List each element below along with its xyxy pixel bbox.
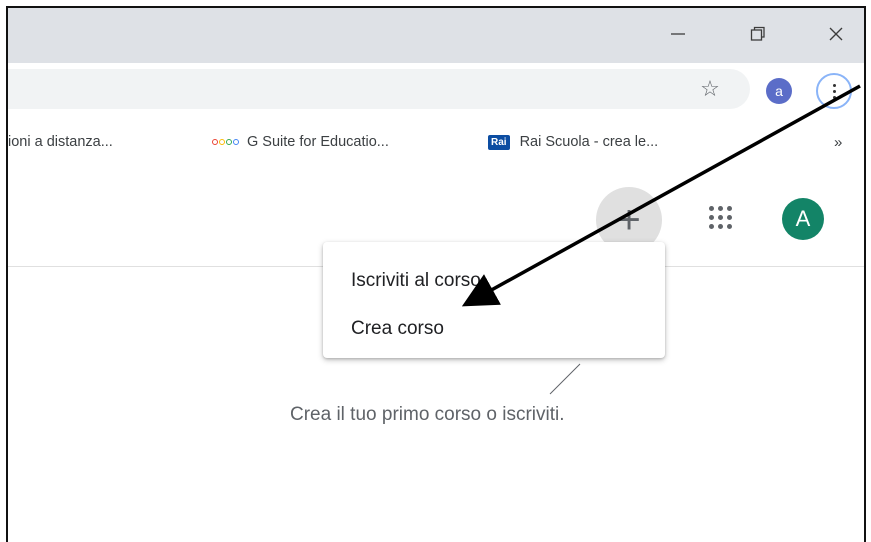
- browser-menu-button[interactable]: [816, 73, 852, 109]
- browser-window: ☆ a ioni a distanza... G Suite for Educa…: [6, 6, 866, 542]
- menu-item-create-class[interactable]: Crea corso: [351, 318, 444, 340]
- star-icon[interactable]: ☆: [695, 74, 725, 104]
- bookmark-item[interactable]: G Suite for Educatio...: [212, 115, 389, 169]
- bookmark-item[interactable]: Rai Rai Scuola - crea le...: [488, 115, 658, 169]
- empty-state-message: Crea il tuo primo corso o iscriviti.: [290, 404, 565, 425]
- add-menu: Iscriviti al corso Crea corso: [323, 242, 665, 358]
- profile-button[interactable]: a: [766, 78, 792, 104]
- account-avatar[interactable]: A: [782, 198, 824, 240]
- bookmarks-overflow-button[interactable]: »: [834, 115, 842, 169]
- rai-icon: Rai: [488, 134, 510, 150]
- menu-item-join-class[interactable]: Iscriviti al corso: [351, 270, 481, 292]
- address-row: ☆ a: [8, 63, 864, 115]
- close-icon[interactable]: [814, 16, 858, 52]
- minimize-icon[interactable]: [656, 16, 700, 52]
- bookmark-label: ioni a distanza...: [8, 134, 113, 150]
- restore-icon[interactable]: [736, 16, 780, 52]
- title-bar: [8, 8, 864, 63]
- bookmark-label: G Suite for Educatio...: [247, 134, 389, 150]
- apps-grid-icon[interactable]: [700, 197, 740, 237]
- gsuite-icon: [212, 139, 239, 145]
- omnibox[interactable]: [8, 69, 750, 109]
- bookmarks-bar: ioni a distanza... G Suite for Educatio.…: [8, 115, 864, 170]
- illustration-line: [549, 363, 581, 395]
- bookmark-label: Rai Scuola - crea le...: [519, 134, 659, 150]
- three-dots-icon: [832, 82, 836, 100]
- bookmark-item[interactable]: ioni a distanza...: [8, 115, 113, 169]
